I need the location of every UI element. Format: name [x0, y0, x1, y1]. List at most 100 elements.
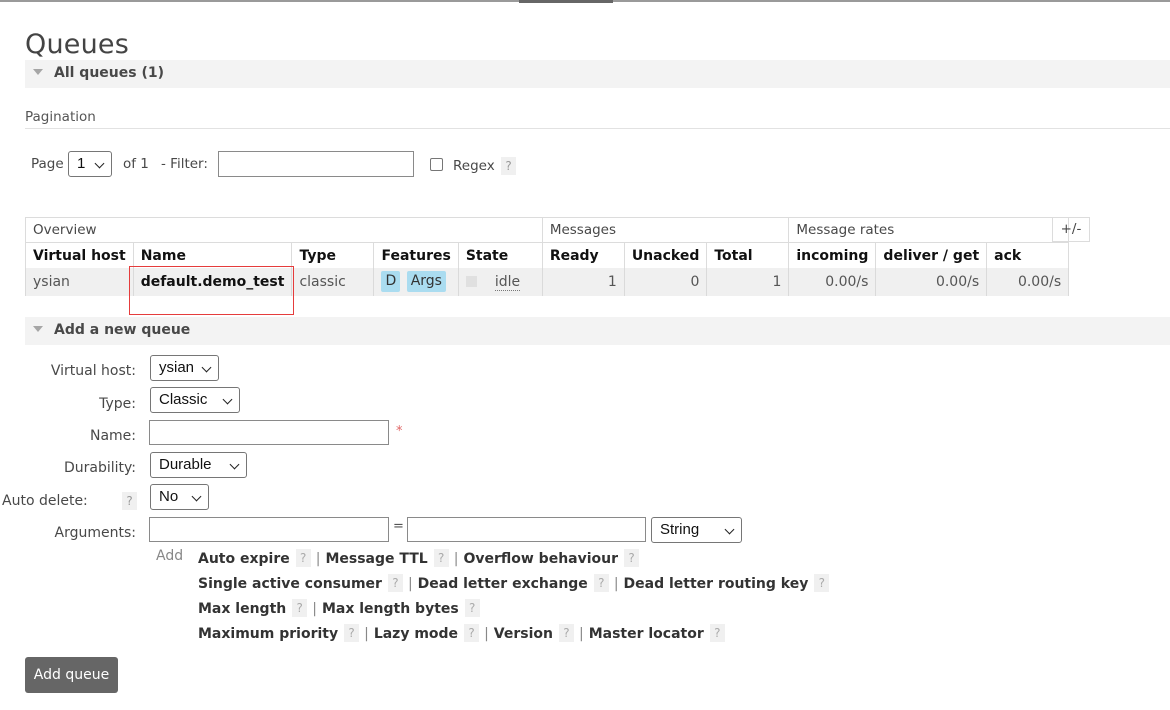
filter-input[interactable] [218, 151, 414, 177]
argument-shortcuts-line-1: Auto expire? | Message TTL? | Overflow behav… [198, 549, 640, 569]
help-icon[interactable]: ? [464, 624, 480, 642]
col-ack[interactable]: ack [986, 242, 1070, 268]
help-icon[interactable]: ? [814, 574, 830, 592]
regex-label: Regex [453, 158, 495, 174]
chevron-down-icon [201, 362, 212, 373]
cell-features: D Args [373, 267, 459, 296]
cell-unacked: 0 [623, 267, 708, 296]
required-marker: * [396, 424, 403, 439]
argument-equals-sign: = [393, 519, 404, 534]
help-icon[interactable]: ? [433, 549, 449, 567]
add-queue-button[interactable]: Add queue [25, 657, 118, 693]
col-ready[interactable]: Ready [541, 242, 625, 268]
pagination-label: Pagination [25, 109, 96, 125]
filter-label: - Filter: [161, 156, 208, 172]
toggle-columns-button[interactable]: +/- [1052, 217, 1090, 242]
chevron-down-icon [191, 491, 202, 502]
help-icon[interactable]: ? [292, 599, 308, 617]
arg-version-link[interactable]: Version [494, 626, 553, 642]
durability-select-value: Durable [159, 456, 212, 473]
queue-name-link[interactable]: default.demo_test [132, 267, 293, 296]
help-icon[interactable]: ? [387, 574, 403, 592]
name-label: Name: [89, 428, 136, 444]
cell-ack: 0.00/s [986, 267, 1070, 296]
arg-master-locator-link[interactable]: Master locator [589, 626, 704, 642]
help-icon[interactable]: ? [709, 624, 725, 642]
vhost-select[interactable]: ysian [150, 355, 219, 381]
feature-args-badge[interactable]: Args [406, 271, 446, 292]
table-row[interactable]: ysian default.demo_test classic D Args i… [25, 267, 1070, 296]
group-overview: Overview [25, 217, 543, 243]
state-label: idle [494, 273, 521, 291]
state-indicator-icon [465, 275, 477, 287]
help-icon[interactable]: ? [593, 574, 609, 592]
chevron-down-icon [94, 158, 105, 169]
auto-delete-help-icon[interactable]: ? [122, 492, 137, 510]
cell-vhost: ysian [25, 267, 134, 296]
chevron-down-icon [222, 394, 233, 405]
arg-maximum-priority-link[interactable]: Maximum priority [198, 626, 338, 642]
vhost-select-value: ysian [159, 359, 195, 376]
col-incoming[interactable]: incoming [788, 242, 877, 268]
durability-label: Durability: [63, 460, 136, 476]
col-type[interactable]: Type [291, 242, 375, 268]
help-icon[interactable]: ? [344, 624, 360, 642]
add-argument-label: Add [156, 548, 184, 564]
argument-type-select[interactable]: String [651, 517, 742, 543]
argument-value-input[interactable] [407, 517, 646, 542]
arg-max-length-link[interactable]: Max length [198, 601, 286, 617]
arg-dead-letter-exchange-link[interactable]: Dead letter exchange [418, 576, 588, 592]
active-nav-tab-indicator [519, 0, 613, 3]
page-label: Page [31, 156, 64, 172]
all-queues-title: All queues (1) [54, 65, 164, 81]
argument-key-input[interactable] [149, 517, 389, 542]
help-icon[interactable]: ? [558, 624, 574, 642]
arg-overflow-behaviour-link[interactable]: Overflow behaviour [463, 551, 618, 567]
col-state[interactable]: State [457, 242, 543, 268]
add-queue-section-header[interactable]: Add a new queue [25, 317, 1170, 345]
col-deliver-get[interactable]: deliver / get [875, 242, 988, 268]
all-queues-section-header[interactable]: All queues (1) [25, 60, 1170, 88]
regex-help-icon[interactable]: ? [501, 157, 516, 175]
type-select-value: Classic [159, 391, 208, 408]
queue-name-input[interactable] [149, 420, 389, 445]
col-total[interactable]: Total [706, 242, 790, 268]
vhost-label: Virtual host: [50, 363, 136, 379]
arg-dead-letter-routing-key-link[interactable]: Dead letter routing key [624, 576, 809, 592]
group-message-rates: Message rates [788, 217, 1070, 243]
type-label: Type: [99, 396, 136, 412]
type-select[interactable]: Classic [150, 387, 240, 413]
col-name[interactable]: Name [132, 242, 293, 268]
cell-deliver-get: 0.00/s [875, 267, 988, 296]
help-icon[interactable]: ? [624, 549, 640, 567]
argument-shortcuts-line-2: Single active consumer? | Dead letter exch… [198, 574, 830, 594]
add-queue-title: Add a new queue [54, 322, 191, 338]
help-icon[interactable]: ? [464, 599, 480, 617]
collapse-triangle-icon [33, 69, 43, 75]
arg-auto-expire-link[interactable]: Auto expire [198, 551, 290, 567]
regex-checkbox[interactable] [430, 158, 443, 171]
cell-type: classic [291, 267, 375, 296]
argument-type-select-value: String [660, 521, 700, 538]
arg-max-length-bytes-link[interactable]: Max length bytes [322, 601, 459, 617]
argument-shortcuts-line-3: Max length? | Max length bytes? [198, 599, 480, 619]
arg-lazy-mode-link[interactable]: Lazy mode [374, 626, 458, 642]
chevron-down-icon [229, 459, 240, 470]
col-unacked[interactable]: Unacked [623, 242, 708, 268]
page-select[interactable]: 1 [68, 151, 112, 177]
collapse-triangle-icon [33, 326, 43, 332]
help-icon[interactable]: ? [295, 549, 311, 567]
durability-select[interactable]: Durable [150, 452, 247, 478]
arg-message-ttl-link[interactable]: Message TTL [325, 551, 427, 567]
arg-single-active-consumer-link[interactable]: Single active consumer [198, 576, 382, 592]
feature-durable-badge: D [381, 271, 401, 292]
auto-delete-select[interactable]: No [150, 484, 209, 510]
cell-incoming: 0.00/s [788, 267, 877, 296]
page-count-label: of 1 [123, 156, 149, 172]
queues-table: Overview Messages Message rates Virtual … [25, 217, 1070, 296]
cell-ready: 1 [541, 267, 625, 296]
auto-delete-select-value: No [159, 488, 179, 505]
col-virtual-host[interactable]: Virtual host [25, 242, 134, 268]
page-select-value: 1 [77, 155, 86, 172]
chevron-down-icon [724, 524, 735, 535]
